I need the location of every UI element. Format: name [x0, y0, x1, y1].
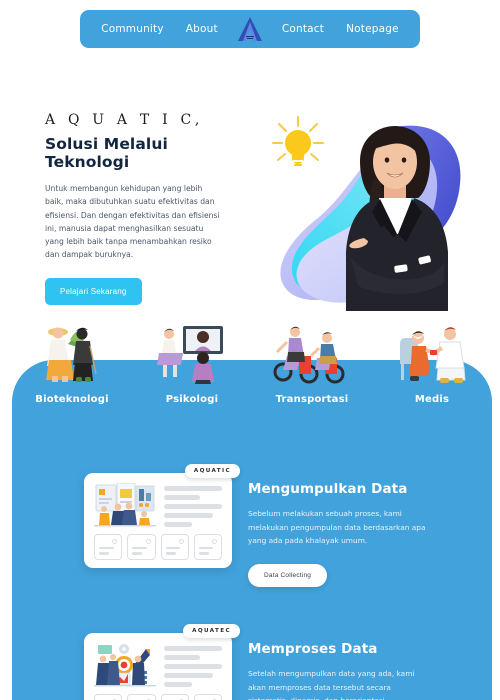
scooter-riders-illustration-icon	[269, 322, 355, 384]
mini-tile	[160, 534, 189, 560]
feature-row-mengumpulkan-data: AQUATIC Mengumpulkan Data Sebelum melaku…	[84, 464, 428, 588]
hero-body-text: Untuk membangun kehidupan yang lebih bai…	[45, 184, 220, 260]
category-label: Bioteknologi	[35, 394, 109, 405]
mini-tile	[127, 694, 156, 700]
category-strip: Bioteknologi Psikologi Transportasi Medi…	[12, 305, 492, 405]
card-mini-tiles	[84, 527, 232, 560]
nav-link-notepage[interactable]: Notepage	[335, 23, 410, 35]
feature-copy: Memproses Data Setelah mengumpulkan data…	[248, 633, 428, 700]
feature-title: Memproses Data	[248, 641, 378, 657]
team-dashboard-illustration-icon	[94, 482, 156, 527]
nav-link-about[interactable]: About	[175, 23, 229, 35]
feature-row-memproses-data: AQUATEC Memproses Data Setelah mengumpul…	[84, 624, 428, 700]
card-placeholder-lines	[164, 643, 222, 687]
therapy-session-illustration-icon	[157, 322, 227, 384]
aquatic-badge: AQUATIC	[184, 464, 240, 478]
feature-body-text: Sebelum melakukan sebuah proses, kami me…	[248, 509, 426, 546]
nav-link-community[interactable]: Community	[90, 23, 175, 35]
hero-section: A Q U A T I C, Solusi Melalui Teknologi …	[0, 56, 500, 311]
category-bioteknologi[interactable]: Bioteknologi	[12, 305, 132, 405]
feature-card-preview[interactable]: AQUATEC	[84, 624, 240, 700]
mini-tile	[94, 534, 123, 560]
feature-title: Mengumpulkan Data	[248, 481, 408, 497]
lightbulb-idea-icon	[272, 116, 324, 166]
aquatec-badge: AQUATEC	[183, 624, 240, 638]
category-transportasi[interactable]: Transportasi	[252, 305, 372, 405]
mini-tile	[193, 534, 222, 560]
hero-copy: A Q U A T I C, Solusi Melalui Teknologi …	[45, 112, 255, 305]
feature-card-preview[interactable]: AQUATIC	[84, 464, 240, 568]
page-root: Community About Contact Notepage A Q U A…	[0, 0, 500, 700]
category-label: Psikologi	[165, 394, 219, 405]
card-top	[84, 633, 232, 687]
nav-link-contact[interactable]: Contact	[271, 23, 335, 35]
data-collecting-button[interactable]: Data Collecting	[248, 564, 328, 588]
farmers-illustration-icon	[40, 322, 104, 384]
category-label: Transportasi	[275, 394, 349, 405]
mini-tile	[127, 534, 156, 560]
team-target-gears-illustration-icon	[94, 643, 156, 687]
main-navigation: Community About Contact Notepage	[80, 10, 420, 48]
aquatic-a-logo-icon[interactable]	[233, 14, 267, 44]
mini-tile	[193, 694, 222, 700]
mini-tile	[160, 694, 189, 700]
card-top	[84, 473, 232, 527]
mini-tile	[94, 694, 123, 700]
feature-body-text: Setelah mengumpulkan data yang ada, kami…	[248, 669, 415, 700]
pelajari-sekarang-button[interactable]: Pelajari Sekarang	[45, 277, 142, 305]
hero-eyebrow: A Q U A T I C,	[45, 112, 204, 128]
category-label: Medis	[414, 394, 450, 405]
doctor-patient-illustration-icon	[394, 322, 470, 384]
category-psikologi[interactable]: Psikologi	[132, 305, 252, 405]
hero-headline: Solusi Melalui Teknologi	[45, 135, 168, 171]
feature-copy: Mengumpulkan Data Sebelum melakukan sebu…	[248, 473, 428, 588]
category-medis[interactable]: Medis	[372, 305, 492, 405]
card-mini-tiles	[84, 687, 232, 700]
card-placeholder-lines	[164, 483, 222, 527]
